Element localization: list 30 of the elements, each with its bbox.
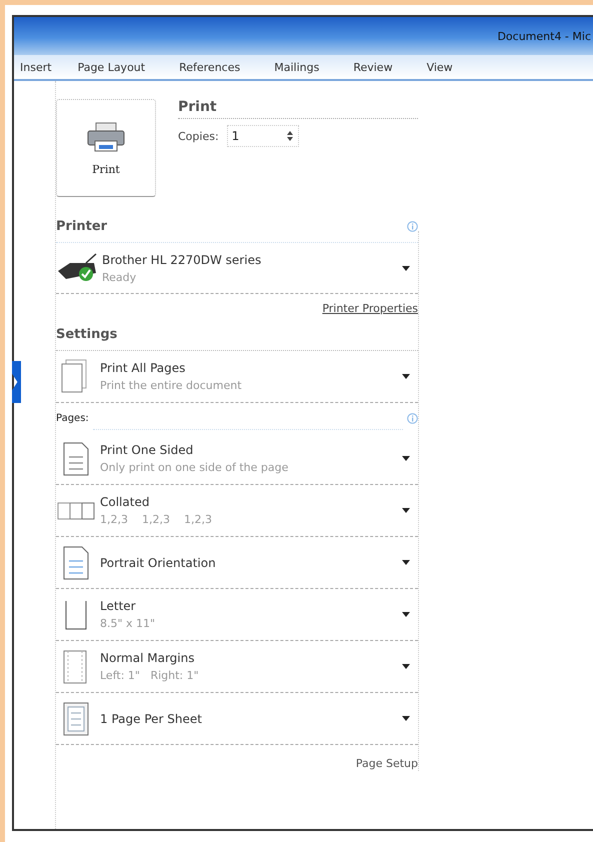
ribbon-tab[interactable]: Page Layout [70, 60, 154, 74]
ribbon-tab[interactable]: References [171, 60, 248, 74]
pages-label: Pages: [56, 412, 89, 424]
page-setup-link[interactable]: Page Setup [356, 757, 418, 770]
caret-icon [402, 374, 410, 379]
printer-heading: Printer [56, 219, 108, 234]
window-title: Document4 - Mic [497, 30, 592, 42]
spinner-arrows-icon [286, 129, 294, 143]
caret-icon [402, 664, 410, 669]
copies-spinner[interactable]: 1 [226, 125, 299, 147]
info-icon[interactable] [407, 221, 418, 232]
print-button[interactable]: Print [56, 99, 156, 197]
caret-icon [402, 508, 410, 513]
printer-icon [85, 120, 127, 152]
caret-icon [402, 612, 410, 617]
printer-properties-link[interactable]: Printer Properties [322, 302, 418, 315]
selected-nav-marker [12, 361, 21, 403]
print-heading: Print [178, 99, 418, 119]
ribbon-tab[interactable]: Mailings [266, 60, 328, 74]
settings-heading: Settings [56, 327, 118, 342]
caret-icon [402, 560, 410, 565]
ribbon-tab[interactable]: Review [345, 60, 401, 74]
ribbon-tab[interactable]: Insert [14, 60, 60, 74]
ribbon-tab[interactable]: View [418, 60, 461, 74]
caret-icon [402, 266, 410, 270]
caret-icon [402, 716, 410, 721]
printer-dropdown[interactable]: Brother HL 2270DW series Ready [56, 242, 418, 294]
copies-label: Copies: [178, 130, 219, 142]
caret-icon [402, 456, 410, 461]
info-icon[interactable] [407, 412, 418, 424]
